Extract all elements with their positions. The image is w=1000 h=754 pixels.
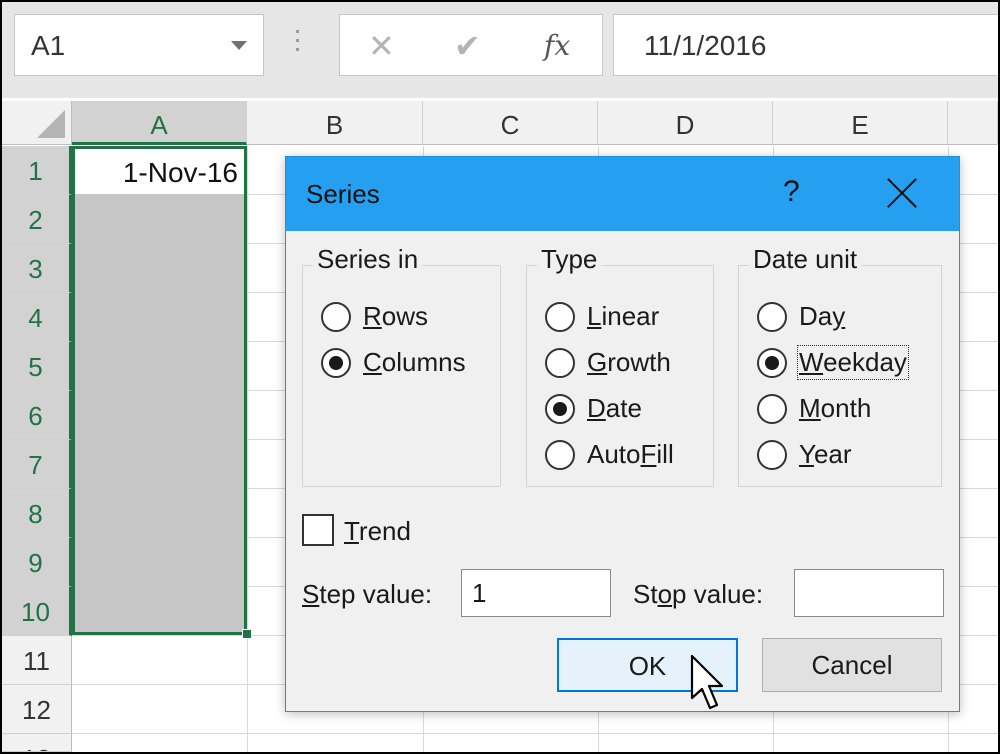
radio-button[interactable]	[545, 302, 575, 332]
type-label: Type	[537, 244, 602, 275]
date-unit-group: Date unit Day Weekday Month Year	[738, 244, 942, 487]
stop-value-label: Stop value:	[633, 579, 764, 609]
radio-button[interactable]	[757, 440, 787, 470]
radio-button[interactable]	[545, 394, 575, 424]
row-header[interactable]: 8	[2, 489, 72, 538]
cell-a1-value: 1-Nov-16	[122, 157, 238, 188]
dialog-title: Series	[306, 179, 380, 209]
date-unit-label: Date unit	[749, 244, 862, 275]
mouse-pointer-icon	[690, 654, 724, 710]
row-header[interactable]: 4	[2, 293, 72, 342]
formula-input[interactable]: 11/1/2016	[613, 14, 1000, 76]
series-dialog: Series ? Series in Rows Columns Type Lin…	[285, 156, 960, 712]
column-header-d[interactable]: D	[598, 101, 773, 145]
row-header[interactable]: 12	[2, 685, 72, 734]
row-header[interactable]: 2	[2, 195, 72, 244]
select-all-icon	[37, 110, 65, 138]
row-header[interactable]: 7	[2, 440, 72, 489]
row-header[interactable]: 3	[2, 244, 72, 293]
column-header-a[interactable]: A	[72, 101, 247, 145]
row-header[interactable]: 5	[2, 342, 72, 391]
row-header[interactable]: 13	[2, 734, 72, 752]
row-header[interactable]: 6	[2, 391, 72, 440]
series-in-label: Series in	[313, 244, 423, 275]
help-icon[interactable]: ?	[783, 175, 800, 209]
select-all-corner[interactable]	[2, 101, 72, 145]
series-in-group: Series in Rows Columns	[302, 244, 501, 487]
insert-function-icon[interactable]: fx	[544, 29, 570, 62]
stop-value-input[interactable]	[794, 569, 944, 617]
radio-button[interactable]	[321, 348, 351, 378]
confirm-entry-icon[interactable]: ✔	[454, 27, 481, 65]
grid-line	[247, 146, 248, 752]
fill-handle[interactable]	[242, 629, 252, 639]
radio-button[interactable]	[545, 348, 575, 378]
step-value-label: Step value:	[302, 579, 433, 609]
row-header[interactable]: 10	[2, 587, 72, 636]
radio-button[interactable]	[757, 302, 787, 332]
trend-label[interactable]: Trend	[344, 516, 411, 547]
formula-bar-grip-icon[interactable]	[294, 30, 300, 60]
name-box[interactable]: A1	[14, 14, 264, 76]
column-header-b[interactable]: B	[247, 101, 423, 145]
column-header-f[interactable]	[948, 101, 998, 145]
formula-buttons: ✕ ✔ fx	[339, 14, 603, 76]
selected-range[interactable]	[72, 146, 247, 635]
cancel-entry-icon[interactable]: ✕	[368, 27, 395, 65]
row-header[interactable]: 11	[2, 636, 72, 685]
formula-bar: A1 ✕ ✔ fx 11/1/2016	[2, 2, 1000, 98]
column-header-c[interactable]: C	[423, 101, 598, 145]
radio-button[interactable]	[321, 302, 351, 332]
radio-button[interactable]	[757, 348, 787, 378]
dialog-title-bar[interactable]: Series ?	[286, 157, 959, 231]
radio-button[interactable]	[545, 440, 575, 470]
active-cell-a1[interactable]: 1-Nov-16	[75, 149, 244, 194]
row-header[interactable]: 1	[2, 146, 72, 195]
row-header[interactable]: 9	[2, 538, 72, 587]
close-icon[interactable]	[886, 177, 918, 209]
column-header-e[interactable]: E	[773, 101, 948, 145]
radio-button[interactable]	[757, 394, 787, 424]
cancel-button[interactable]: Cancel	[762, 638, 942, 692]
type-group: Type Linear Growth Date AutoFill	[526, 244, 714, 487]
formula-input-value: 11/1/2016	[644, 30, 767, 61]
name-box-value: A1	[31, 30, 66, 61]
step-value-input[interactable]: 1	[461, 569, 611, 617]
chevron-down-icon[interactable]	[231, 41, 247, 50]
trend-checkbox[interactable]	[302, 514, 334, 546]
